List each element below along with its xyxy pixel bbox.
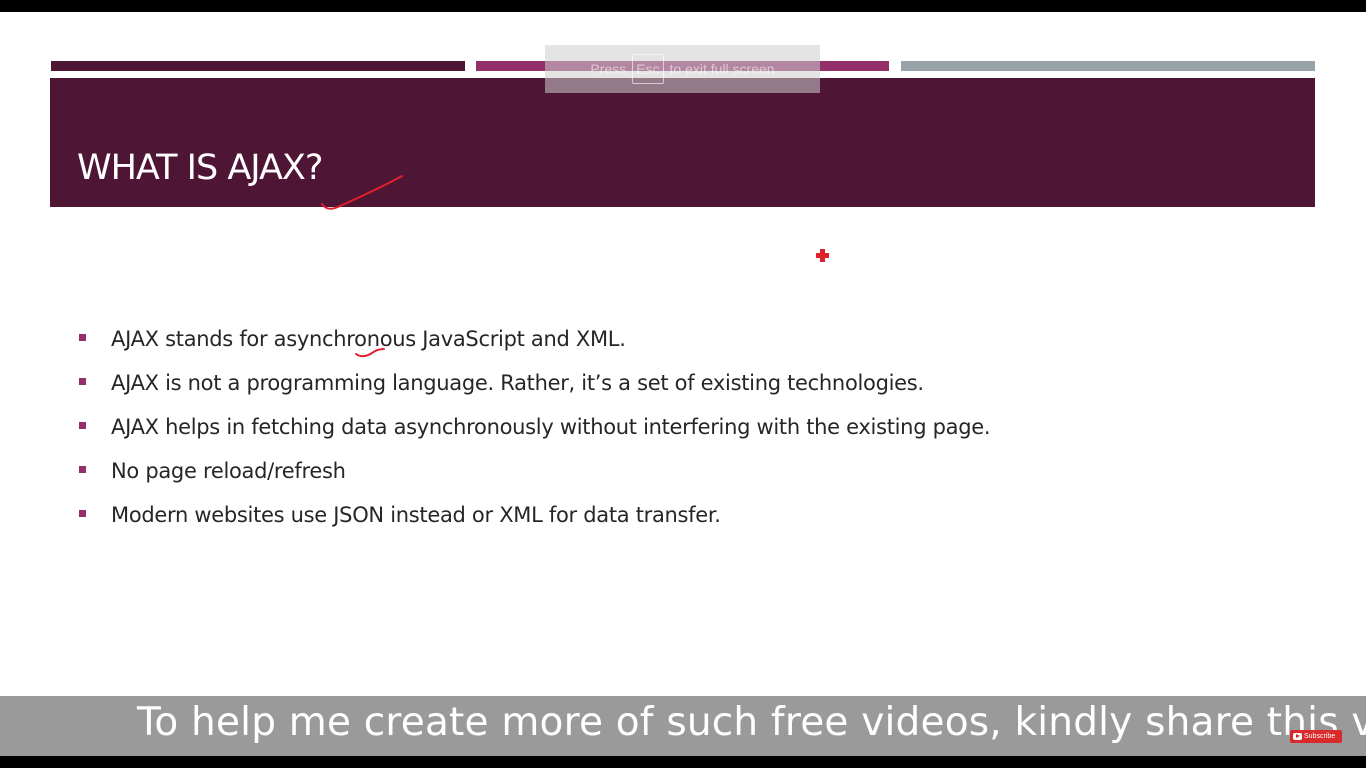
bullet-marker (79, 466, 86, 473)
fullscreen-notice-message: to exit full screen (669, 61, 775, 77)
bullet-text: AJAX is not a programming language. Rath… (111, 371, 924, 395)
pen-annotation-checkmark (321, 175, 403, 210)
bullet-list: AJAX stands for asynchronous JavaScript … (78, 324, 991, 544)
presentation-slide: Press Esc to exit full screen WHAT IS AJ… (0, 12, 1366, 756)
accent-stripe-left (51, 61, 465, 71)
bullet-item: AJAX is not a programming language. Rath… (78, 368, 990, 412)
youtube-play-icon (1293, 733, 1302, 740)
bullet-marker (79, 334, 86, 341)
slide-title: WHAT IS AJAX? (77, 148, 323, 188)
bullet-item: Modern websites use JSON instead or XML … (78, 500, 990, 544)
video-frame: Press Esc to exit full screen WHAT IS AJ… (0, 0, 1366, 768)
title-band: WHAT IS AJAX? (50, 78, 1315, 207)
pen-annotation-underline (355, 348, 385, 358)
bullet-item: AJAX helps in fetching data asynchronous… (78, 412, 991, 456)
fullscreen-exit-notice: Press Esc to exit full screen (545, 45, 820, 93)
subscribe-label: Subscribe (1304, 733, 1336, 740)
bullet-marker (79, 378, 86, 385)
bullet-item: No page reload/refresh (78, 456, 990, 500)
bullet-marker (79, 510, 86, 517)
bullet-text: Modern websites use JSON instead or XML … (111, 503, 721, 527)
subscribe-button[interactable]: Subscribe (1290, 730, 1342, 743)
bullet-text: AJAX helps in fetching data asynchronous… (111, 415, 991, 439)
caption-bar: To help me create more of such free vide… (0, 696, 1366, 756)
bullet-marker (79, 422, 86, 429)
caption-text: To help me create more of such free vide… (137, 700, 1366, 745)
fullscreen-notice-press: Press (590, 61, 627, 77)
accent-stripe-right (901, 61, 1315, 71)
bullet-text: No page reload/refresh (111, 459, 346, 483)
esc-key-hint: Esc (632, 54, 664, 84)
bullet-item: AJAX stands for asynchronous JavaScript … (78, 324, 990, 368)
red-cross-pointer-icon (816, 249, 829, 262)
